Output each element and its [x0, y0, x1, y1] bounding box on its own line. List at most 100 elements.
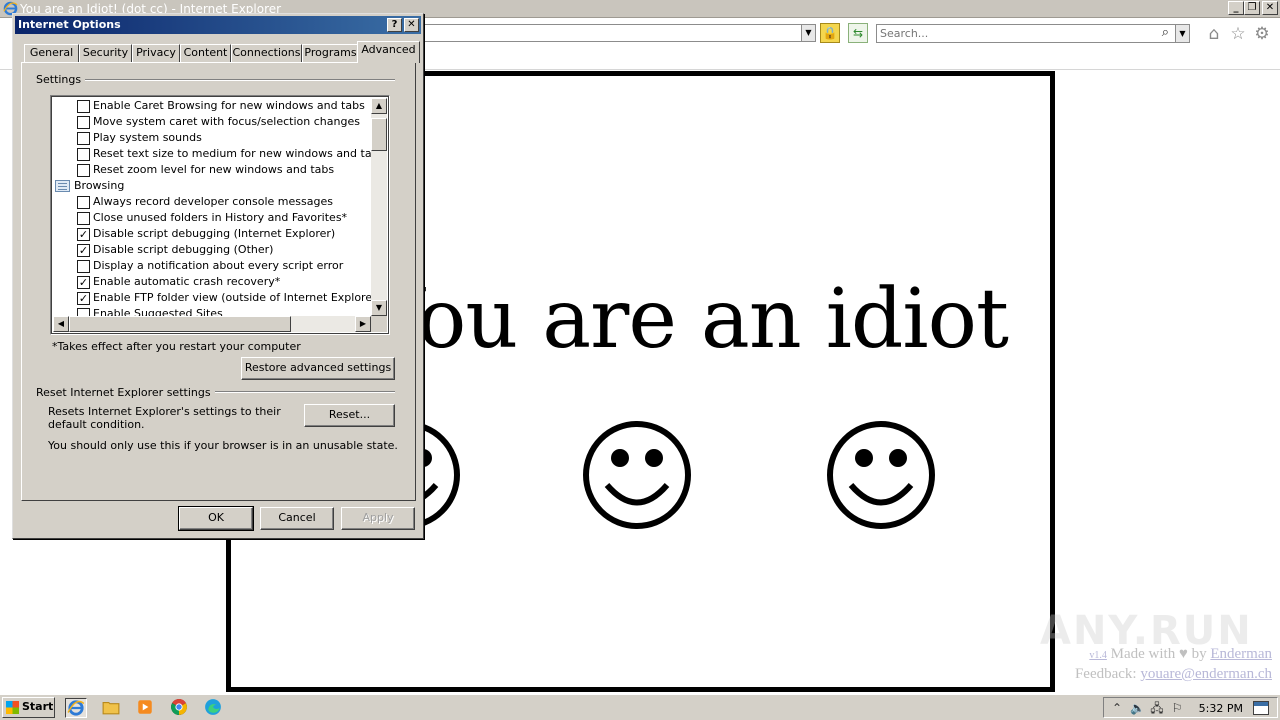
show-desktop-icon[interactable] [1253, 701, 1269, 715]
settings-item[interactable]: Play system sounds [53, 130, 369, 146]
reset-button[interactable]: Reset... [304, 404, 395, 427]
help-button[interactable]: ? [387, 18, 402, 32]
smiley-face-icon [827, 421, 935, 529]
search-icon[interactable]: ⌕ [1162, 25, 1169, 40]
flag-icon[interactable]: ⚐ [1170, 701, 1184, 715]
category-list-icon [55, 180, 70, 192]
favorites-star-icon[interactable]: ☆ [1228, 24, 1248, 44]
checkbox[interactable]: ✓ [77, 228, 90, 241]
ok-button[interactable]: OK [178, 506, 254, 531]
checkbox[interactable] [77, 100, 90, 113]
settings-item-label: Reset zoom level for new windows and tab… [93, 163, 335, 176]
show-hidden-icons-icon[interactable]: ⌃ [1110, 701, 1124, 715]
reset-warning: You should only use this if your browser… [48, 439, 398, 452]
checkbox[interactable] [77, 260, 90, 273]
edge-icon[interactable] [203, 698, 225, 718]
settings-group-label: Settings [36, 73, 86, 86]
home-icon[interactable]: ⌂ [1204, 24, 1224, 44]
folder-icon[interactable] [101, 698, 123, 718]
scroll-left-icon[interactable]: ◀ [53, 316, 69, 332]
settings-item[interactable]: ✓ Enable FTP folder view (outside of Int… [53, 290, 381, 306]
checkbox[interactable]: ✓ [77, 276, 90, 289]
tab-advanced[interactable]: Advanced [357, 41, 420, 63]
cancel-button[interactable]: Cancel [260, 507, 334, 530]
version-link[interactable]: v1.4 [1089, 650, 1107, 661]
chevron-down-icon[interactable]: ▼ [801, 25, 815, 41]
lock-icon[interactable]: 🔒 [820, 23, 840, 43]
tab-general[interactable]: General [24, 44, 79, 63]
scroll-down-icon[interactable]: ▼ [371, 300, 387, 316]
vertical-scrollbar[interactable]: ▲ ▼ [371, 98, 387, 316]
address-bar[interactable]: ▼ [424, 24, 816, 42]
settings-item[interactable]: ✓ Enable automatic crash recovery* [53, 274, 369, 290]
checkbox[interactable]: ✓ [77, 292, 90, 305]
reset-group-label: Reset Internet Explorer settings [36, 386, 215, 399]
author-link[interactable]: Enderman [1210, 646, 1272, 662]
network-icon[interactable]: 🖧 [1150, 701, 1164, 715]
checkbox[interactable] [77, 132, 90, 145]
divider [83, 79, 395, 81]
checkbox[interactable]: ✓ [77, 244, 90, 257]
internet-explorer-icon[interactable] [65, 698, 87, 718]
settings-item-label: Display a notification about every scrip… [93, 259, 344, 272]
credit-made-with: Made with ♥ by [1106, 646, 1211, 662]
scroll-thumb[interactable] [371, 118, 387, 151]
settings-item[interactable]: Enable Caret Browsing for new windows an… [53, 98, 369, 114]
minimize-button[interactable]: _ [1228, 1, 1244, 15]
horizontal-scrollbar[interactable]: ◀ ▶ [53, 316, 371, 332]
settings-category-label: Browsing [74, 179, 125, 192]
feedback-email-link[interactable]: youare@enderman.ch [1140, 666, 1272, 682]
tab-programs[interactable]: Programs [302, 44, 359, 63]
settings-category: Browsing [53, 178, 369, 194]
speaker-icon[interactable]: 🔈 [1130, 701, 1145, 715]
tab-content[interactable]: Content [180, 44, 231, 63]
search-box[interactable]: ⌕ ▼ [876, 24, 1190, 43]
chrome-icon[interactable] [169, 698, 191, 718]
settings-item-label: Play system sounds [93, 131, 202, 144]
scrollbar-corner [371, 316, 387, 332]
checkbox[interactable] [77, 212, 90, 225]
taskbar: Start ⌃ 🔈 🖧 ⚐ 5:32 PM [0, 694, 1280, 720]
scroll-right-icon[interactable]: ▶ [355, 316, 371, 332]
dialog-title-bar[interactable]: Internet Options ? ✕ [15, 16, 421, 34]
settings-item[interactable]: Reset text size to medium for new window… [53, 146, 384, 162]
search-input[interactable] [880, 26, 1150, 41]
tab-connections[interactable]: Connections [231, 44, 302, 63]
feedback-label: Feedback: [1074, 666, 1141, 682]
settings-item[interactable]: Reset zoom level for new windows and tab… [53, 162, 369, 178]
tab-privacy[interactable]: Privacy [132, 44, 180, 63]
dialog-close-button[interactable]: ✕ [404, 18, 419, 32]
start-button[interactable]: Start [2, 697, 55, 718]
settings-item[interactable]: Close unused folders in History and Favo… [53, 210, 369, 226]
settings-item[interactable]: ✓ Disable script debugging (Internet Exp… [53, 226, 369, 242]
refresh-icon[interactable]: ⇆ [848, 23, 868, 43]
start-label: Start [22, 700, 54, 713]
reset-description: Resets Internet Explorer's settings to t… [48, 405, 281, 431]
settings-item[interactable]: ✓ Disable script debugging (Other) [53, 242, 369, 258]
page-headline: You are an idiot [371, 272, 1009, 367]
settings-tree[interactable]: Enable Caret Browsing for new windows an… [50, 95, 390, 335]
apply-button[interactable]: Apply [341, 507, 415, 530]
checkbox[interactable] [77, 148, 90, 161]
settings-item-label: Reset text size to medium for new window… [93, 147, 385, 160]
chevron-down-icon[interactable]: ▼ [1175, 25, 1189, 42]
settings-item[interactable]: Move system caret with focus/selection c… [53, 114, 369, 130]
settings-item-label: Enable FTP folder view (outside of Inter… [93, 291, 381, 304]
smiley-face-icon [583, 421, 691, 529]
settings-item[interactable]: Always record developer console messages [53, 194, 369, 210]
scroll-up-icon[interactable]: ▲ [371, 98, 387, 114]
settings-item-label: Disable script debugging (Other) [93, 243, 274, 256]
checkbox[interactable] [77, 164, 90, 177]
settings-item[interactable]: Display a notification about every scrip… [53, 258, 369, 274]
tab-security[interactable]: Security [79, 44, 132, 63]
media-player-icon[interactable] [135, 698, 157, 718]
scroll-thumb[interactable] [69, 316, 291, 332]
gear-icon[interactable]: ⚙ [1252, 24, 1272, 44]
clock[interactable]: 5:32 PM [1199, 702, 1243, 715]
restore-advanced-settings-button[interactable]: Restore advanced settings [241, 357, 395, 380]
checkbox[interactable] [77, 196, 90, 209]
checkbox[interactable] [77, 116, 90, 129]
browser-close-button[interactable]: ✕ [1262, 1, 1278, 15]
restore-button[interactable]: ❐ [1244, 1, 1260, 15]
internet-options-dialog: Internet Options ? ✕ General Security Pr… [12, 13, 424, 539]
